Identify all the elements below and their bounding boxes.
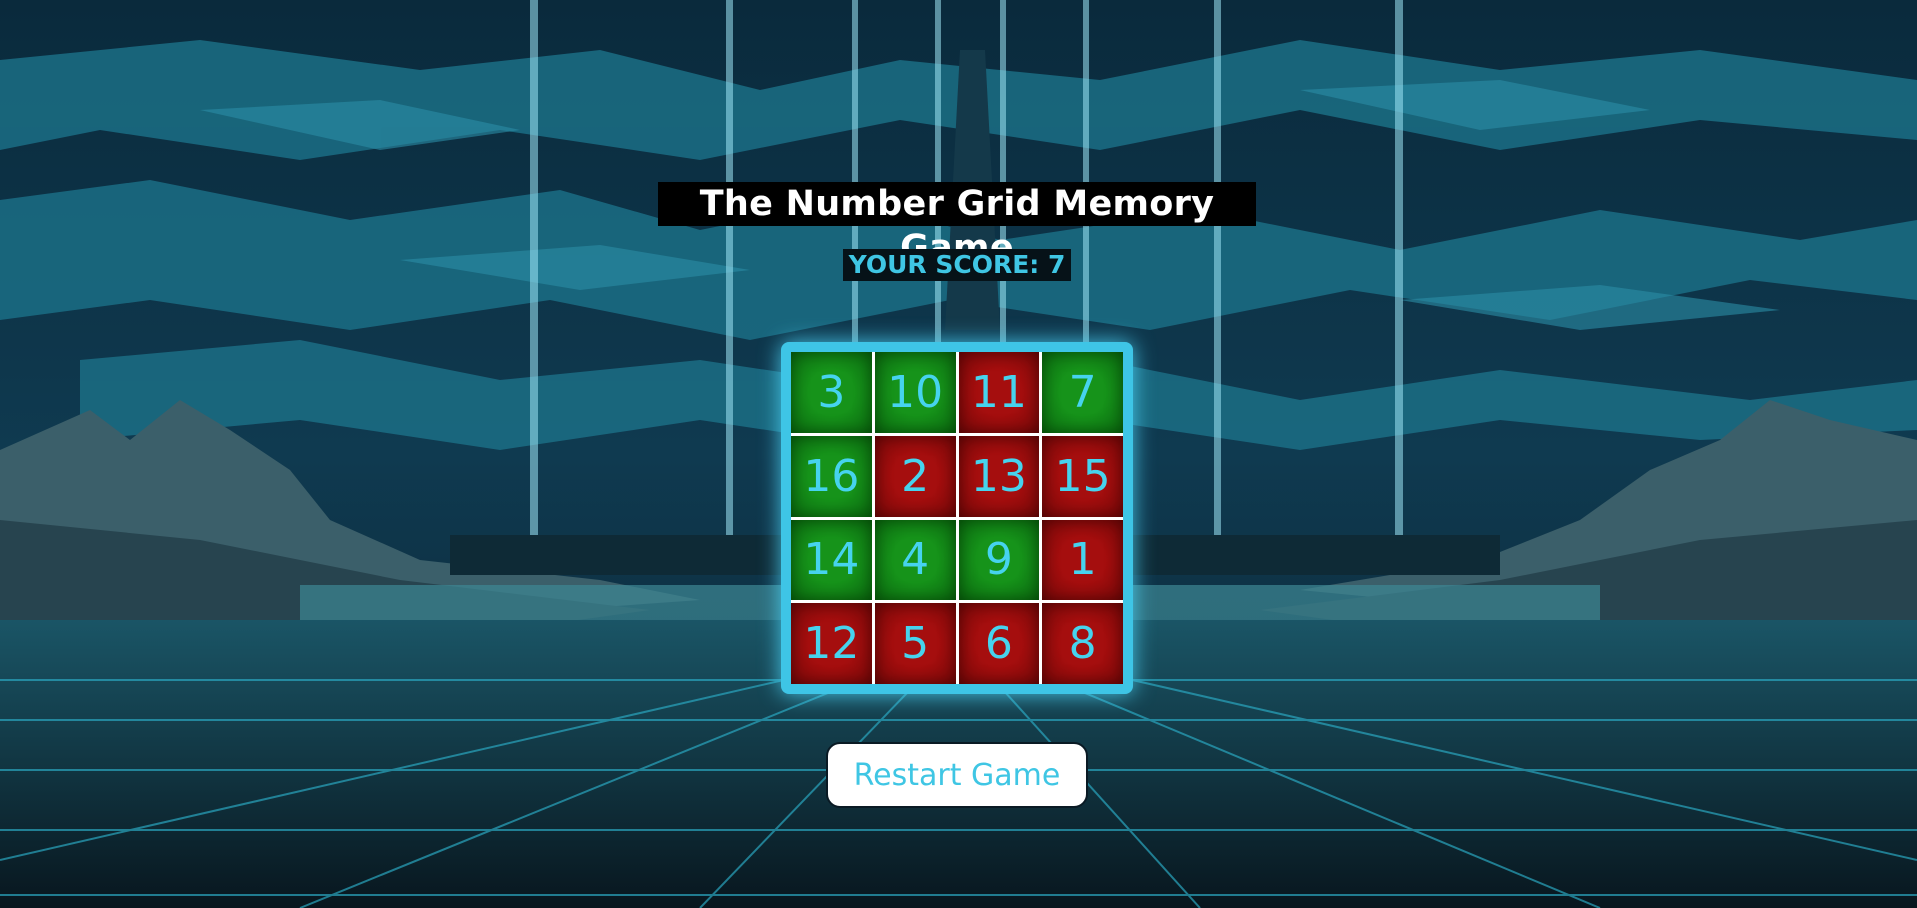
score-display: YOUR SCORE: 7	[843, 249, 1071, 281]
grid-cell[interactable]: 3	[791, 352, 872, 433]
grid-cell[interactable]: 1	[1042, 519, 1123, 601]
restart-button[interactable]: Restart Game	[826, 742, 1088, 808]
grid-cell[interactable]: 16	[791, 435, 872, 517]
grid-cell[interactable]: 4	[874, 519, 956, 601]
grid-cell[interactable]: 7	[1042, 352, 1123, 433]
grid-cell[interactable]: 9	[958, 519, 1040, 601]
grid-cell[interactable]: 2	[874, 435, 956, 517]
grid-cell[interactable]: 5	[874, 603, 956, 684]
grid-cell[interactable]: 14	[791, 519, 872, 601]
grid-cell[interactable]: 8	[1042, 603, 1123, 684]
grid-cell[interactable]: 13	[958, 435, 1040, 517]
page-title: The Number Grid Memory Game	[658, 182, 1256, 268]
grid-cell[interactable]: 15	[1042, 435, 1123, 517]
game-board: 3 10 11 7 16 2 13 15 14 4 9 1 12 5 6 8	[781, 342, 1133, 694]
grid-cell[interactable]: 10	[874, 352, 956, 433]
number-grid: 3 10 11 7 16 2 13 15 14 4 9 1 12 5 6 8	[791, 352, 1123, 684]
grid-cell[interactable]: 12	[791, 603, 872, 684]
grid-cell[interactable]: 11	[958, 352, 1040, 433]
grid-cell[interactable]: 6	[958, 603, 1040, 684]
